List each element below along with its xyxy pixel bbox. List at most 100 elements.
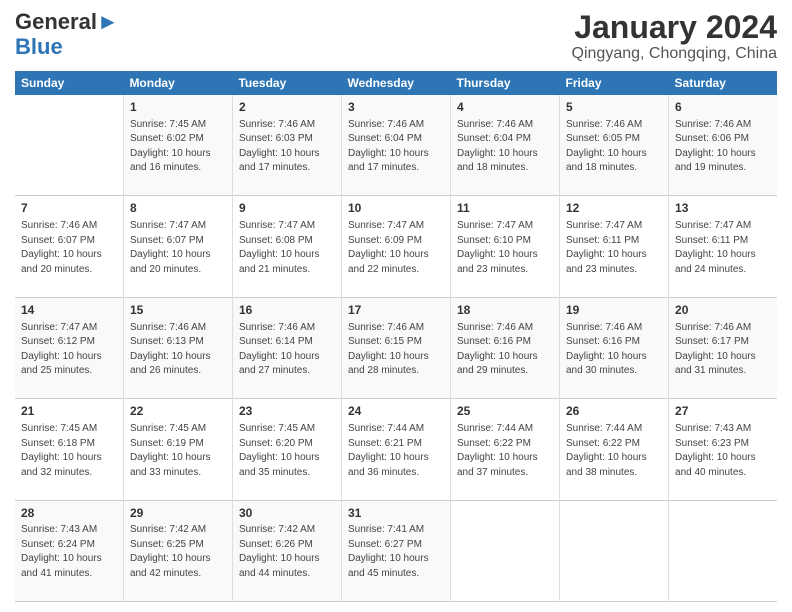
day-number: 2 (239, 99, 335, 116)
day-cell (15, 95, 123, 196)
header-wednesday: Wednesday (341, 71, 450, 95)
day-number: 13 (675, 200, 771, 217)
day-number: 8 (130, 200, 226, 217)
day-info: Sunrise: 7:43 AMSunset: 6:23 PMDaylight:… (675, 423, 756, 478)
day-info: Sunrise: 7:46 AMSunset: 6:06 PMDaylight:… (675, 119, 756, 174)
day-info: Sunrise: 7:46 AMSunset: 6:16 PMDaylight:… (566, 322, 647, 377)
day-number: 4 (457, 99, 553, 116)
day-cell: 8 Sunrise: 7:47 AMSunset: 6:07 PMDaylight… (123, 196, 232, 297)
day-number: 28 (21, 505, 117, 522)
day-number: 31 (348, 505, 444, 522)
day-info: Sunrise: 7:47 AMSunset: 6:11 PMDaylight:… (675, 220, 756, 275)
day-number: 27 (675, 403, 771, 420)
day-number: 17 (348, 302, 444, 319)
day-info: Sunrise: 7:45 AMSunset: 6:18 PMDaylight:… (21, 423, 102, 478)
day-cell: 2 Sunrise: 7:46 AMSunset: 6:03 PMDaylight… (232, 95, 341, 196)
logo-blue-text: Blue (15, 34, 63, 59)
logo: General► Blue (15, 10, 119, 60)
day-cell: 26Sunrise: 7:44 AMSunset: 6:22 PMDayligh… (560, 399, 669, 500)
day-cell (560, 500, 669, 601)
day-number: 30 (239, 505, 335, 522)
day-info: Sunrise: 7:46 AMSunset: 6:03 PMDaylight:… (239, 119, 320, 174)
day-info: Sunrise: 7:46 AMSunset: 6:07 PMDaylight:… (21, 220, 102, 275)
week-row-1: 7Sunrise: 7:46 AMSunset: 6:07 PMDaylight… (15, 196, 777, 297)
day-cell: 28 Sunrise: 7:43 AMSunset: 6:24 PMDayligh… (15, 500, 123, 601)
header-tuesday: Tuesday (232, 71, 341, 95)
header-friday: Friday (560, 71, 669, 95)
day-cell: 18 Sunrise: 7:46 AMSunset: 6:16 PMDayligh… (450, 297, 559, 398)
day-info: Sunrise: 7:43 AMSunset: 6:24 PMDaylight:… (21, 524, 102, 579)
day-info: Sunrise: 7:42 AMSunset: 6:25 PMDaylight:… (130, 524, 211, 579)
weekday-header-row: Sunday Monday Tuesday Wednesday Thursday… (15, 71, 777, 95)
logo-text: General► (15, 10, 119, 34)
day-cell: 21 Sunrise: 7:45 AMSunset: 6:18 PMDayligh… (15, 399, 123, 500)
day-number: 25 (457, 403, 553, 420)
day-cell: 17 Sunrise: 7:46 AMSunset: 6:15 PMDayligh… (341, 297, 450, 398)
day-info: Sunrise: 7:46 AMSunset: 6:16 PMDaylight:… (457, 322, 538, 377)
day-info: Sunrise: 7:41 AMSunset: 6:27 PMDaylight:… (348, 524, 429, 579)
day-number: 3 (348, 99, 444, 116)
day-number: 12 (566, 200, 662, 217)
week-row-0: 1Sunrise: 7:45 AMSunset: 6:02 PMDaylight… (15, 95, 777, 196)
day-info: Sunrise: 7:46 AMSunset: 6:14 PMDaylight:… (239, 322, 320, 377)
day-number: 29 (130, 505, 226, 522)
day-number: 16 (239, 302, 335, 319)
day-cell: 11Sunrise: 7:47 AMSunset: 6:10 PMDayligh… (450, 196, 559, 297)
day-number: 24 (348, 403, 444, 420)
day-info: Sunrise: 7:47 AMSunset: 6:11 PMDaylight:… (566, 220, 647, 275)
week-row-4: 28 Sunrise: 7:43 AMSunset: 6:24 PMDayligh… (15, 500, 777, 601)
calendar-title: January 2024 (572, 10, 777, 45)
day-number: 18 (457, 302, 553, 319)
day-cell: 4 Sunrise: 7:46 AMSunset: 6:04 PMDaylight… (450, 95, 559, 196)
day-info: Sunrise: 7:45 AMSunset: 6:20 PMDaylight:… (239, 423, 320, 478)
day-info: Sunrise: 7:46 AMSunset: 6:13 PMDaylight:… (130, 322, 211, 377)
day-info: Sunrise: 7:46 AMSunset: 6:04 PMDaylight:… (457, 119, 538, 174)
title-block: January 2024 Qingyang, Chongqing, China (572, 10, 777, 63)
day-cell: 7Sunrise: 7:46 AMSunset: 6:07 PMDaylight… (15, 196, 123, 297)
day-info: Sunrise: 7:44 AMSunset: 6:22 PMDaylight:… (566, 423, 647, 478)
header-saturday: Saturday (669, 71, 777, 95)
day-info: Sunrise: 7:46 AMSunset: 6:17 PMDaylight:… (675, 322, 756, 377)
day-info: Sunrise: 7:45 AMSunset: 6:19 PMDaylight:… (130, 423, 211, 478)
day-number: 21 (21, 403, 117, 420)
day-cell: 6Sunrise: 7:46 AMSunset: 6:06 PMDaylight… (669, 95, 777, 196)
day-cell: 24 Sunrise: 7:44 AMSunset: 6:21 PMDayligh… (341, 399, 450, 500)
calendar-table: Sunday Monday Tuesday Wednesday Thursday… (15, 71, 777, 602)
day-number: 11 (457, 200, 553, 217)
day-cell (669, 500, 777, 601)
day-number: 15 (130, 302, 226, 319)
day-cell: 20 Sunrise: 7:46 AMSunset: 6:17 PMDayligh… (669, 297, 777, 398)
day-cell: 1Sunrise: 7:45 AMSunset: 6:02 PMDaylight… (123, 95, 232, 196)
day-info: Sunrise: 7:47 AMSunset: 6:12 PMDaylight:… (21, 322, 102, 377)
day-info: Sunrise: 7:47 AMSunset: 6:07 PMDaylight:… (130, 220, 211, 275)
day-info: Sunrise: 7:42 AMSunset: 6:26 PMDaylight:… (239, 524, 320, 579)
day-cell: 30 Sunrise: 7:42 AMSunset: 6:26 PMDayligh… (232, 500, 341, 601)
day-info: Sunrise: 7:46 AMSunset: 6:04 PMDaylight:… (348, 119, 429, 174)
day-cell: 29 Sunrise: 7:42 AMSunset: 6:25 PMDayligh… (123, 500, 232, 601)
header-monday: Monday (123, 71, 232, 95)
week-row-3: 21 Sunrise: 7:45 AMSunset: 6:18 PMDayligh… (15, 399, 777, 500)
day-number: 20 (675, 302, 771, 319)
day-number: 9 (239, 200, 335, 217)
day-cell: 12 Sunrise: 7:47 AMSunset: 6:11 PMDayligh… (560, 196, 669, 297)
day-cell: 9Sunrise: 7:47 AMSunset: 6:08 PMDaylight… (232, 196, 341, 297)
day-number: 23 (239, 403, 335, 420)
day-info: Sunrise: 7:44 AMSunset: 6:21 PMDaylight:… (348, 423, 429, 478)
day-cell: 22 Sunrise: 7:45 AMSunset: 6:19 PMDayligh… (123, 399, 232, 500)
day-number: 5 (566, 99, 662, 116)
calendar-subtitle: Qingyang, Chongqing, China (572, 45, 777, 63)
day-number: 19 (566, 302, 662, 319)
day-number: 10 (348, 200, 444, 217)
day-cell: 5Sunrise: 7:46 AMSunset: 6:05 PMDaylight… (560, 95, 669, 196)
day-cell: 23 Sunrise: 7:45 AMSunset: 6:20 PMDayligh… (232, 399, 341, 500)
day-cell: 16 Sunrise: 7:46 AMSunset: 6:14 PMDayligh… (232, 297, 341, 398)
day-cell (450, 500, 559, 601)
day-number: 22 (130, 403, 226, 420)
day-cell: 14 Sunrise: 7:47 AMSunset: 6:12 PMDayligh… (15, 297, 123, 398)
day-info: Sunrise: 7:44 AMSunset: 6:22 PMDaylight:… (457, 423, 538, 478)
header-sunday: Sunday (15, 71, 123, 95)
day-cell: 13 Sunrise: 7:47 AMSunset: 6:11 PMDayligh… (669, 196, 777, 297)
day-cell: 31 Sunrise: 7:41 AMSunset: 6:27 PMDayligh… (341, 500, 450, 601)
day-number: 14 (21, 302, 117, 319)
day-info: Sunrise: 7:46 AMSunset: 6:15 PMDaylight:… (348, 322, 429, 377)
